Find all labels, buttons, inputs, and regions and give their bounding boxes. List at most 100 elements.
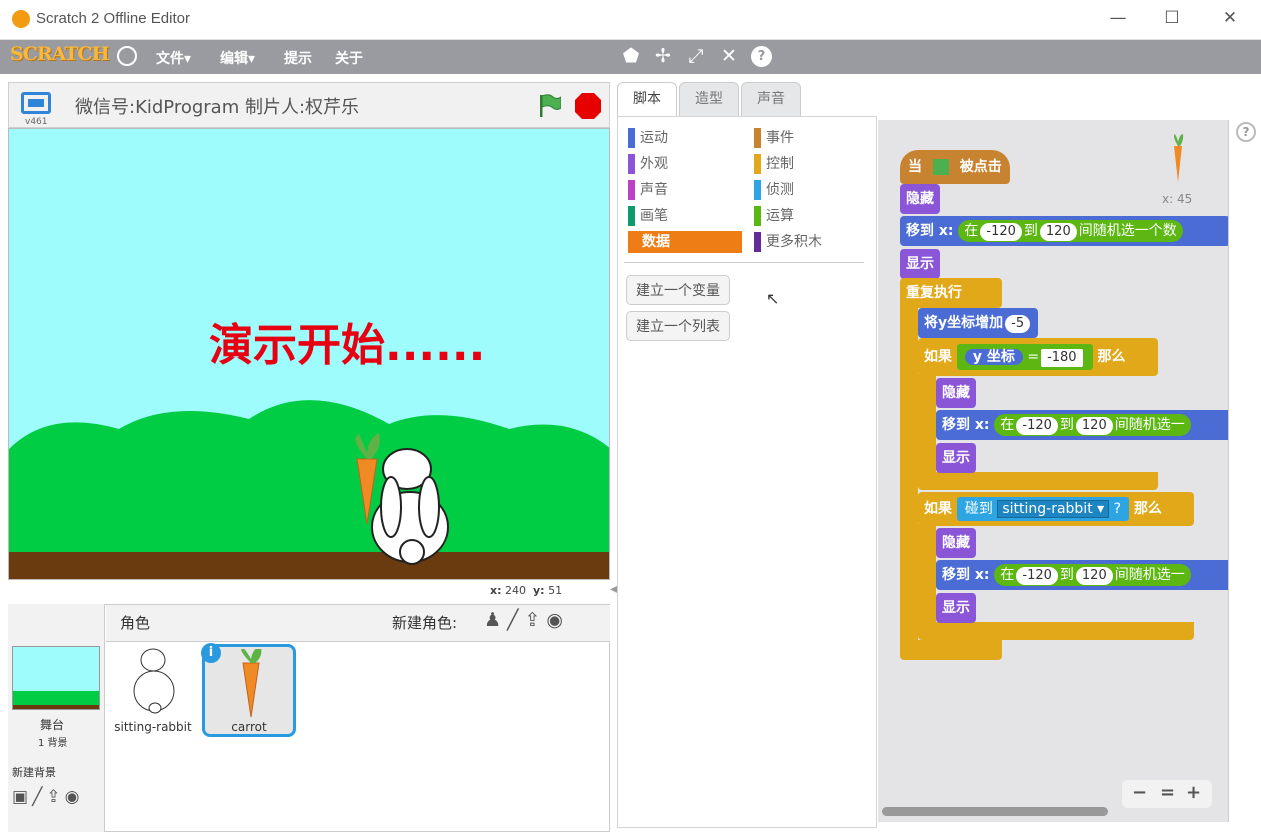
new-backdrop-label: 新建背景 — [12, 766, 56, 779]
if-block[interactable]: 如果 碰到 sitting-rabbit ▾ ? 那么 — [918, 492, 1194, 526]
hide-block[interactable]: 隐藏 — [936, 528, 976, 558]
sprite-preview-icon — [1168, 134, 1188, 184]
stage-collapse-handle[interactable]: ◀ — [610, 584, 618, 604]
if-arm — [918, 374, 936, 474]
cut-icon[interactable]: ✢ — [650, 45, 676, 67]
paint-backdrop-icon[interactable]: ▣ — [12, 787, 32, 807]
block-palette: 运动 外观 声音 画笔 数据 事件 控制 侦测 运算 更多积木 建立一个变量 建… — [617, 116, 877, 828]
sprites-title: 角色 — [120, 614, 151, 632]
menu-file[interactable]: 文件▾ — [156, 48, 191, 68]
sprite-name: sitting-rabbit — [114, 720, 192, 734]
if-foot — [918, 472, 1158, 490]
scratch-cat-icon — [12, 10, 30, 28]
stamp-icon[interactable]: ⬟ — [618, 45, 644, 67]
camera-sprite-icon[interactable]: ◉ — [546, 609, 569, 631]
goto-random-block[interactable]: 移到 x: 在 -120 到 120 间随机选一 — [936, 410, 1228, 440]
close-button[interactable]: ✕ — [1215, 8, 1245, 28]
grow-icon[interactable]: ⤢ — [683, 45, 709, 67]
green-flag-icon — [932, 159, 949, 175]
help-icon[interactable]: ? — [751, 46, 772, 67]
when-flag-clicked-block[interactable]: 当 被点击 — [900, 150, 1010, 184]
if-block[interactable]: 如果 y 坐标 = -180 那么 — [918, 338, 1158, 376]
category-sensing[interactable]: 侦测 — [754, 179, 794, 200]
make-list-button[interactable]: 建立一个列表 — [626, 311, 730, 341]
goto-random-block[interactable]: 移到 x: 在 -120 到 120 间随机选一 — [936, 560, 1228, 590]
sprite-tile-carrot[interactable]: i carrot — [201, 643, 296, 737]
upload-sprite-icon[interactable]: ⇪ — [525, 609, 547, 631]
mouse-cursor-icon: ↖ — [766, 289, 780, 308]
stage-canvas[interactable]: 演示开始...... — [8, 128, 610, 580]
category-pen[interactable]: 画笔 — [628, 205, 668, 226]
menu-bar: SCRATCH 文件▾ 编辑▾ 提示 关于 ⬟ ✢ ⤢ ✕ ? — [0, 40, 1261, 74]
sprite-tile-rabbit[interactable]: sitting-rabbit — [112, 644, 194, 734]
camera-icon[interactable]: ◉ — [65, 787, 84, 807]
category-events[interactable]: 事件 — [754, 127, 794, 148]
make-variable-button[interactable]: 建立一个变量 — [626, 275, 730, 305]
forever-arm — [900, 304, 918, 654]
category-motion[interactable]: 运动 — [628, 127, 668, 148]
stage-label: 舞台 — [40, 718, 65, 732]
fullscreen-icon[interactable] — [21, 92, 51, 114]
category-data[interactable]: 数据 — [628, 231, 742, 253]
tab-sounds[interactable]: 声音 — [741, 82, 801, 116]
zoom-reset-button[interactable]: = — [1160, 782, 1175, 803]
zoom-controls: − = + — [1122, 780, 1212, 808]
horizontal-scrollbar[interactable] — [882, 807, 1108, 816]
mouse-coords: x: 240 y: 51 — [490, 584, 563, 597]
window-title: Scratch 2 Offline Editor — [36, 10, 190, 27]
change-y-block[interactable]: 将y坐标增加 -5 — [918, 308, 1039, 338]
backdrop-tools: ▣╱⇪◉ — [12, 787, 83, 807]
menu-about[interactable]: 关于 — [335, 48, 363, 68]
green-flag-icon[interactable] — [537, 93, 562, 117]
touch-target-dropdown[interactable]: sitting-rabbit ▾ — [997, 500, 1110, 518]
script-area[interactable]: x: 45 当 被点击 隐藏 移到 x: 在 -120 到 120 间随机选一个数 显示… — [878, 120, 1228, 822]
sprite-library-icon[interactable]: ♟ — [484, 609, 507, 631]
info-icon[interactable]: i — [201, 643, 221, 663]
new-sprite-tools: ♟╱⇪◉ — [484, 609, 569, 631]
stage-header: v461 微信号:KidProgram 制片人:权芹乐 — [8, 82, 610, 128]
tab-costumes[interactable]: 造型 — [679, 82, 739, 116]
version-label: v461 — [25, 117, 48, 127]
project-title[interactable]: 微信号:KidProgram 制片人:权芹乐 — [75, 93, 359, 119]
shrink-icon[interactable]: ✕ — [716, 45, 742, 67]
carrot-thumbnail — [241, 649, 262, 718]
script-area-border — [1228, 120, 1229, 822]
category-control[interactable]: 控制 — [754, 153, 794, 174]
palette-divider — [624, 262, 864, 263]
minimize-button[interactable]: — — [1103, 8, 1133, 28]
show-block[interactable]: 显示 — [936, 593, 976, 623]
hide-block[interactable]: 隐藏 — [936, 378, 976, 408]
new-sprite-label: 新建角色: — [392, 614, 458, 632]
help-icon[interactable]: ? — [1236, 122, 1256, 142]
stage-thumbnail[interactable] — [12, 646, 100, 710]
rabbit-thumbnail — [133, 648, 175, 714]
sprite-name: carrot — [231, 720, 267, 734]
sprite-coords: x: 45 — [1162, 192, 1193, 206]
if-arm — [918, 524, 936, 624]
zoom-out-button[interactable]: − — [1132, 782, 1147, 803]
category-more-blocks[interactable]: 更多积木 — [754, 231, 822, 252]
window-title-bar: Scratch 2 Offline Editor — ☐ ✕ — [0, 0, 1261, 40]
paint-sprite-icon[interactable]: ╱ — [507, 609, 524, 631]
globe-icon[interactable] — [117, 46, 137, 66]
brush-icon[interactable]: ╱ — [32, 787, 46, 807]
stop-icon[interactable] — [574, 92, 602, 124]
stage-backdrop-count: 1 背景 — [38, 738, 68, 749]
stage-banner-text: 演示开始...... — [209, 320, 486, 371]
if-foot — [918, 622, 1194, 640]
category-operators[interactable]: 运算 — [754, 205, 794, 226]
menu-edit[interactable]: 编辑▾ — [220, 48, 255, 68]
show-block[interactable]: 显示 — [900, 249, 940, 279]
maximize-button[interactable]: ☐ — [1157, 8, 1187, 28]
goto-random-block[interactable]: 移到 x: 在 -120 到 120 间随机选一个数 — [900, 216, 1228, 246]
category-looks[interactable]: 外观 — [628, 153, 668, 174]
category-sound[interactable]: 声音 — [628, 179, 668, 200]
menu-tips[interactable]: 提示 — [284, 48, 312, 68]
scratch-logo[interactable]: SCRATCH — [10, 43, 110, 65]
stage-column: 舞台 1 背景 新建背景 ▣╱⇪◉ — [8, 604, 105, 832]
upload-icon[interactable]: ⇪ — [46, 787, 64, 807]
zoom-in-button[interactable]: + — [1186, 782, 1201, 803]
show-block[interactable]: 显示 — [936, 443, 976, 473]
tab-scripts[interactable]: 脚本 — [617, 82, 677, 117]
hide-block[interactable]: 隐藏 — [900, 184, 940, 214]
